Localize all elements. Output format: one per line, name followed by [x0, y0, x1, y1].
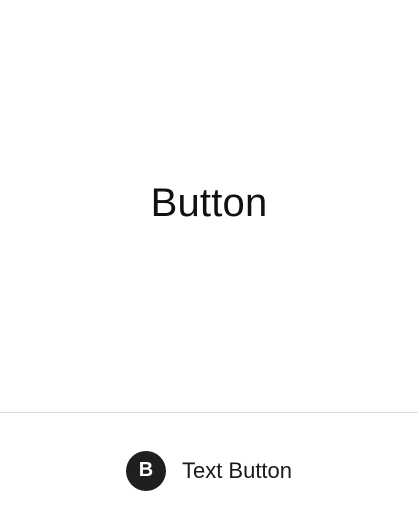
text-button[interactable]: B Text Button [125, 450, 293, 491]
preview-area: Button [0, 0, 418, 412]
preview-title: Button [150, 180, 268, 225]
footer: B Text Button [0, 413, 418, 526]
text-button-label: Text Button [181, 457, 293, 483]
letter-b-badge-icon: B [125, 450, 166, 491]
